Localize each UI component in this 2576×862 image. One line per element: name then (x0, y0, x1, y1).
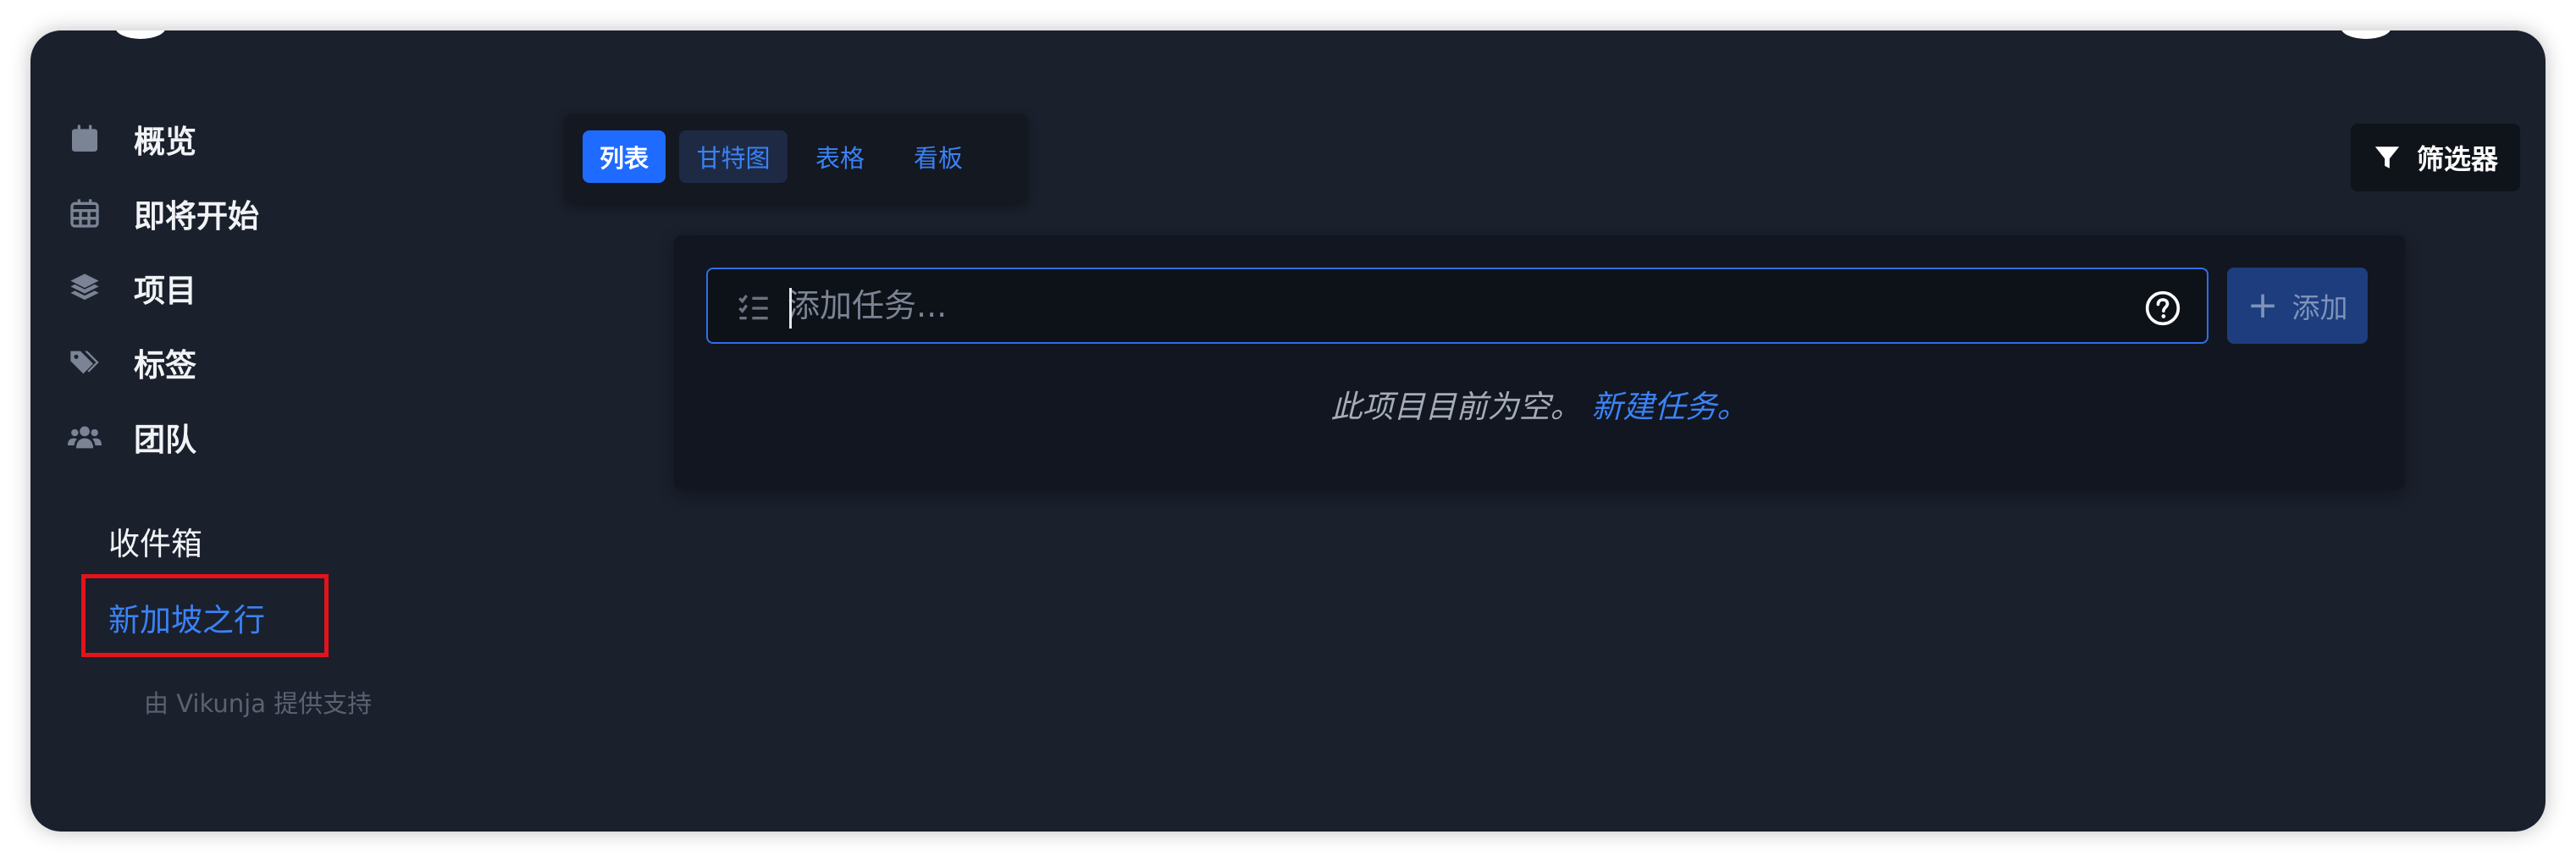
sidebar-item-overview[interactable]: 概览 (64, 113, 196, 164)
sidebar-item-label: 项目 (134, 273, 196, 309)
sidebar-item-upcoming[interactable]: 即将开始 (64, 188, 259, 239)
empty-state: 此项目目前为空。 新建任务。 (674, 381, 2405, 427)
highlight-box (81, 574, 329, 657)
filter-icon (2374, 146, 2400, 169)
sidebar-item-label: 团队 (134, 422, 196, 458)
task-card: + 添加 此项目目前为空。 新建任务。 (674, 235, 2405, 489)
add-task-input[interactable] (788, 279, 2109, 332)
layers-icon (64, 268, 105, 308)
sidebar: 概览 即将开始 项目 标签 团队 收件箱 新加坡之行 由 Vikunja 提供支… (30, 30, 505, 832)
view-switcher: 列表 甘特图 表格 看板 (564, 113, 1028, 203)
users-icon (64, 417, 105, 457)
sidebar-item-label: 概览 (134, 124, 196, 160)
sidebar-item-labels[interactable]: 标签 (64, 337, 196, 388)
tab-table[interactable]: 表格 (799, 130, 881, 183)
tags-icon (64, 342, 105, 383)
tab-list[interactable]: 列表 (583, 130, 666, 183)
decoration (2341, 30, 2391, 39)
tab-kanban[interactable]: 看板 (896, 130, 981, 183)
sidebar-item-teams[interactable]: 团队 (64, 412, 196, 462)
help-icon[interactable] (2144, 290, 2181, 327)
task-list-icon (737, 291, 771, 325)
filter-button[interactable]: 筛选器 (2351, 124, 2520, 191)
sidebar-item-projects[interactable]: 项目 (64, 262, 196, 313)
add-task-button[interactable]: + 添加 (2227, 268, 2368, 344)
project-item-inbox[interactable]: 收件箱 (108, 518, 202, 564)
sidebar-item-label: 标签 (134, 347, 196, 384)
filter-label: 筛选器 (2416, 143, 2498, 175)
add-label: 添加 (2291, 291, 2348, 324)
powered-by: 由 Vikunja 提供支持 (144, 689, 373, 718)
sidebar-item-label: 即将开始 (134, 198, 259, 235)
calendar-icon (64, 119, 105, 159)
text-caret (789, 288, 792, 329)
plus-icon: + (2247, 284, 2279, 327)
tab-gantt[interactable]: 甘特图 (679, 130, 788, 183)
add-task-field[interactable] (706, 268, 2208, 344)
calendar-grid-icon (64, 193, 105, 234)
empty-text: 此项目目前为空。 (1330, 389, 1582, 425)
app-window: 概览 即将开始 项目 标签 团队 收件箱 新加坡之行 由 Vikunja 提供支… (30, 30, 2546, 832)
new-task-link[interactable]: 新建任务。 (1591, 389, 1748, 425)
